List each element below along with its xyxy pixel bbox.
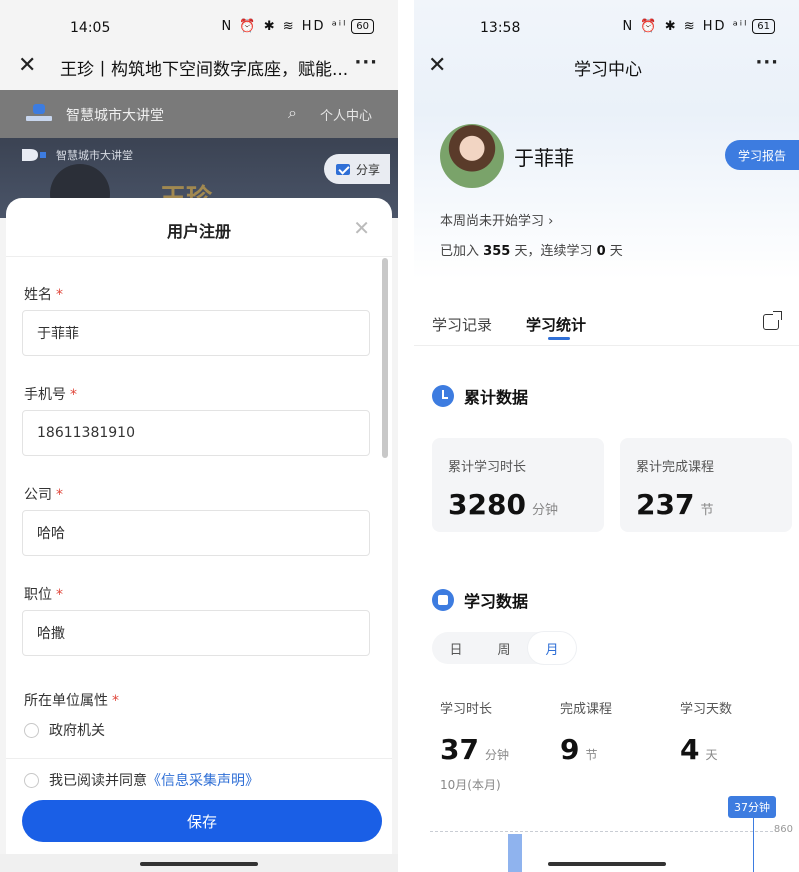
cumulative-courses-card: 累计完成课程 237 节 — [620, 438, 792, 532]
active-tab-indicator — [548, 337, 570, 340]
scrollbar[interactable] — [382, 258, 388, 458]
name-label: 姓名 * — [24, 287, 63, 303]
cumulative-section-title: 累计数据 — [432, 384, 528, 408]
close-icon[interactable]: ✕ — [428, 54, 446, 78]
unit-option-label: 政府机关 — [49, 723, 105, 739]
position-label: 职位 * — [24, 587, 63, 603]
period-switch: 日 周 月 — [432, 632, 576, 664]
tab-study-record[interactable]: 学习记录 — [432, 314, 492, 335]
tab-study-stats[interactable]: 学习统计 — [526, 314, 586, 335]
company-field[interactable]: 哈哈 — [22, 510, 370, 556]
status-icons: N ⏰ ✱ ≋ HD ᵃⁱˡ 60 — [222, 19, 374, 34]
radio-icon[interactable] — [24, 722, 39, 738]
more-icon[interactable]: ··· — [354, 52, 378, 73]
nav-bar: ✕ 王珍丨构筑地下空间数字底座，赋能... ··· — [0, 44, 398, 90]
home-indicator[interactable] — [547, 862, 666, 866]
divider — [6, 256, 392, 257]
phone-label: 手机号 * — [24, 387, 77, 403]
share-label: 分享 — [356, 162, 381, 177]
agree-radio-icon[interactable] — [24, 772, 39, 788]
weekly-status-link[interactable]: 本周尚未开始学习 › — [440, 210, 553, 229]
study-report-button[interactable]: 学习报告 — [725, 140, 799, 170]
status-icons-glyphs: N ⏰ ✱ ≋ HD ᵃⁱˡ — [221, 19, 348, 34]
agree-text: 我已阅读并同意《信息采集声明》 — [49, 773, 259, 789]
divider — [6, 758, 392, 759]
status-time: 14:05 — [70, 20, 111, 36]
card-value: 237 节 — [636, 488, 714, 521]
chart-cursor — [753, 816, 754, 872]
battery-icon: 61 — [752, 19, 775, 34]
reference-value: 860 — [773, 824, 793, 835]
modal-title: 用户注册 — [166, 222, 231, 241]
more-icon[interactable]: ··· — [755, 52, 779, 73]
modal-close-icon[interactable]: ✕ — [353, 216, 370, 240]
status-icons-glyphs: N ⏰ ✱ ≋ HD ᵃⁱˡ — [622, 19, 749, 34]
info-statement-link[interactable]: 《信息采集声明》 — [147, 773, 259, 789]
period-month[interactable]: 月 — [528, 632, 576, 664]
nav-bar: ✕ 学习中心 ··· — [414, 44, 799, 90]
unit-option-government[interactable]: 政府机关 — [24, 720, 105, 740]
share-export-icon[interactable] — [763, 311, 782, 330]
share-icon — [336, 163, 350, 175]
save-button[interactable]: 保存 — [22, 800, 382, 842]
site-logo-icon — [26, 104, 52, 121]
card-label: 累计学习时长 — [448, 460, 527, 475]
card-value: 3280 分钟 — [448, 488, 558, 521]
status-time: 13:58 — [480, 20, 521, 36]
home-indicator[interactable] — [140, 862, 258, 866]
banner-brand: 智慧城市大讲堂 — [56, 149, 133, 162]
battery-icon: 60 — [351, 19, 374, 34]
status-icons: N ⏰ ✱ ≋ HD ᵃⁱˡ 61 — [623, 19, 775, 34]
username: 于菲菲 — [514, 146, 574, 170]
learning-center-screen: 13:58 N ⏰ ✱ ≋ HD ᵃⁱˡ 61 ✕ 学习中心 ··· 于菲菲 学… — [414, 0, 799, 872]
document-icon — [432, 589, 454, 611]
study-section-title: 学习数据 — [432, 588, 528, 612]
reference-line — [430, 831, 773, 832]
study-chart[interactable]: 860 37分钟 — [430, 792, 799, 872]
agree-checkbox-row[interactable]: 我已阅读并同意《信息采集声明》 — [24, 770, 259, 790]
month-label: 10月(本月) — [440, 778, 501, 792]
name-field[interactable]: 于菲菲 — [22, 310, 370, 356]
phone-field[interactable]: 18611381910 — [22, 410, 370, 456]
joined-summary: 已加入 355 天，连续学习 0 天 — [440, 244, 623, 259]
position-field[interactable]: 哈撒 — [22, 610, 370, 656]
screen-divider — [398, 0, 414, 872]
completed-courses-stat: 完成课程 9节 — [560, 702, 613, 766]
tab-bar: 学习记录 学习统计 — [414, 300, 799, 346]
site-name[interactable]: 智慧城市大讲堂 — [66, 105, 164, 125]
register-modal: 用户注册 ✕ 姓名 * 于菲菲 手机号 * 18611381910 公司 * 哈哈 职… — [6, 198, 392, 872]
clock-icon — [432, 385, 454, 407]
banner-logo-icon — [22, 149, 46, 161]
card-label: 累计完成课程 — [636, 460, 715, 475]
study-days-stat: 学习天数 4天 — [680, 702, 733, 766]
page-title: 王珍丨构筑地下空间数字底座，赋能... — [60, 60, 349, 80]
chart-tooltip: 37分钟 — [728, 796, 776, 818]
period-week[interactable]: 周 — [480, 632, 528, 664]
cumulative-time-card: 累计学习时长 3280 分钟 — [432, 438, 604, 532]
period-day[interactable]: 日 — [432, 632, 480, 664]
chart-bar[interactable] — [508, 834, 522, 872]
avatar[interactable] — [440, 124, 504, 188]
unit-attribute-label: 所在单位属性 * — [24, 693, 119, 709]
site-header: 智慧城市大讲堂 ⌕ 个人中心 — [0, 90, 398, 138]
close-icon[interactable]: ✕ — [18, 54, 36, 78]
share-button[interactable]: 分享 — [324, 154, 390, 184]
study-duration-stat: 学习时长 37 分钟 — [440, 702, 509, 766]
search-icon[interactable]: ⌕ — [288, 103, 297, 123]
page-title: 学习中心 — [574, 60, 642, 80]
personal-center-link[interactable]: 个人中心 — [320, 105, 372, 124]
company-label: 公司 * — [24, 487, 63, 503]
registration-screen: 14:05 N ⏰ ✱ ≋ HD ᵃⁱˡ 60 ✕ 王珍丨构筑地下空间数字底座，… — [0, 0, 398, 872]
